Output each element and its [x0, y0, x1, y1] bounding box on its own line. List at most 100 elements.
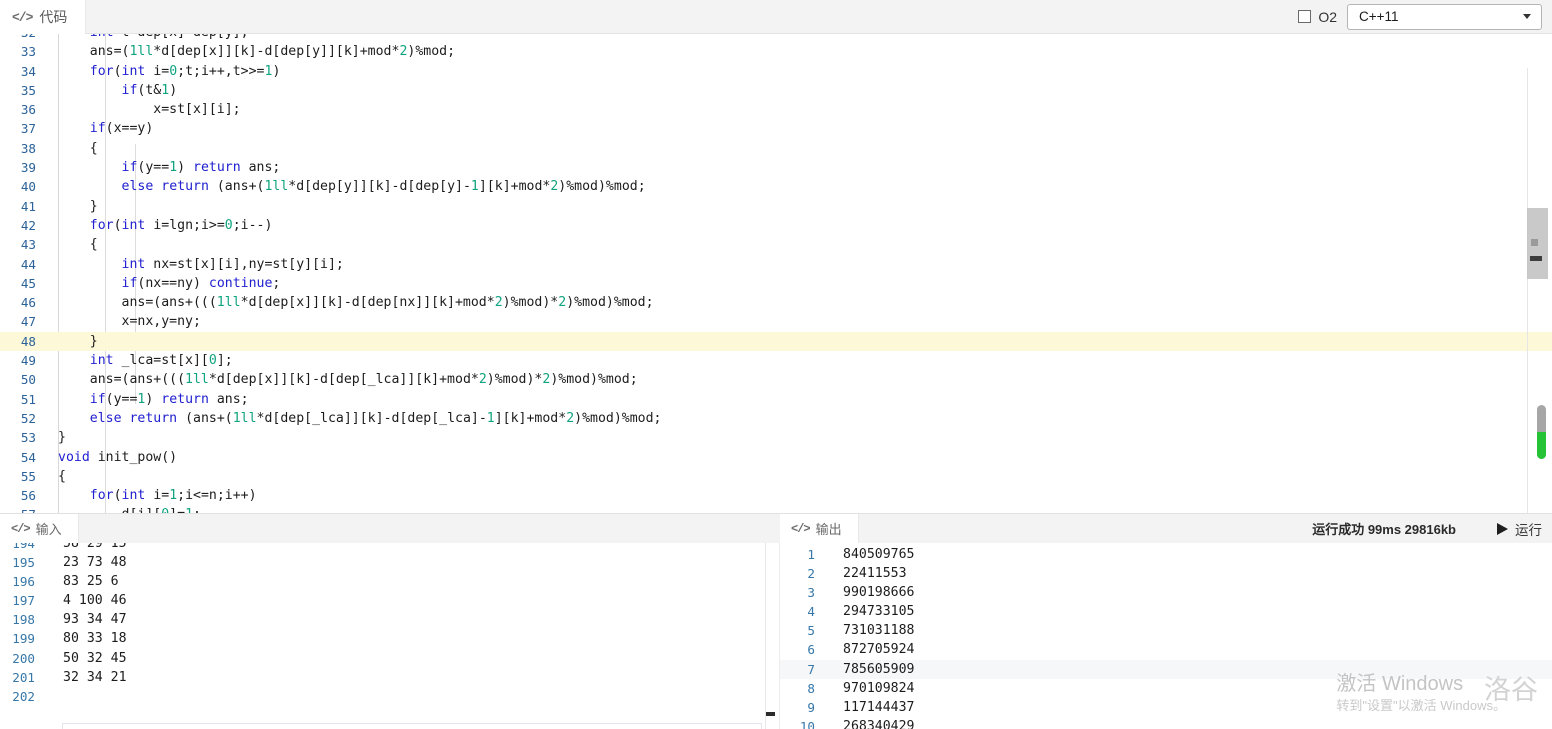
tab-input[interactable]: </> 输入: [0, 514, 79, 543]
code-line[interactable]: 47 x=nx,y=ny;: [0, 312, 1552, 331]
output-panel[interactable]: 1 840509765 2 22411553 3 990198666 4 294733105 5…: [780, 543, 1552, 729]
output-line-text: 970109824: [843, 680, 915, 696]
code-line-text: for(int i=1;i<=n;i++): [89, 488, 257, 504]
input-line[interactable]: 199 80 33 18: [0, 629, 775, 648]
code-line-text: int _lca=st[x][0];: [89, 353, 233, 369]
input-line-text: 80 33 18: [63, 631, 127, 647]
input-line[interactable]: 196 83 25 6: [0, 572, 775, 591]
output-line[interactable]: 9 117144437: [780, 698, 1552, 717]
code-line-text: for(int i=0;t;i++,t>>=1): [89, 63, 281, 79]
input-line[interactable]: 195 23 73 48: [0, 553, 775, 572]
input-line-text: 4 100 46: [63, 593, 127, 609]
output-line-text: 268340429: [843, 718, 915, 729]
code-line[interactable]: 57 d[i][0]=1;: [0, 505, 1552, 513]
code-line[interactable]: 37 if(x==y): [0, 119, 1552, 138]
input-line-text: 58 29 15: [63, 543, 127, 551]
code-line-number: 48: [20, 333, 36, 349]
code-line-text: d[i][0]=1;: [46, 505, 201, 513]
code-line[interactable]: 55 {: [0, 467, 1552, 486]
output-line-number: 7: [807, 661, 815, 677]
code-line[interactable]: 45 if(nx==ny) continue;: [0, 274, 1552, 293]
output-line[interactable]: 7 785605909: [780, 659, 1552, 679]
o2-label: O2: [1318, 8, 1337, 25]
code-line-number: 41: [20, 198, 36, 214]
output-line-number: 1: [807, 547, 815, 562]
code-line-text: {: [58, 468, 66, 484]
code-line[interactable]: 35 if(t&1): [0, 81, 1552, 100]
code-line[interactable]: 52 else return (ans+(1ll*d[dep[_lca]][k]…: [0, 409, 1552, 428]
code-line-text: }: [58, 333, 98, 349]
run-button[interactable]: 运行: [1497, 514, 1542, 543]
code-line[interactable]: 34 for(int i=0;t;i++,t>>=1): [0, 62, 1552, 81]
code-line[interactable]: 40 else return (ans+(1ll*d[dep[y]][k]-d[…: [0, 177, 1552, 196]
code-line[interactable]: 33 ans=(1ll*d[dep[x]][k]-d[dep[y]][k]+mo…: [0, 42, 1552, 61]
code-line[interactable]: 49 int _lca=st[x][0];: [0, 351, 1552, 370]
code-line[interactable]: 50 ans=(ans+(((1ll*d[dep[x]][k]-d[dep[_l…: [0, 370, 1552, 389]
input-line[interactable]: 201 32 34 21: [0, 668, 775, 687]
input-line-number: 201: [12, 669, 35, 685]
code-line-text: int nx=st[x][i],ny=st[y][i];: [121, 256, 344, 272]
code-line-number: 54: [20, 449, 36, 465]
input-line-text: 50 32 45: [63, 650, 127, 666]
code-line[interactable]: 43 {: [0, 235, 1552, 254]
code-brackets-icon: </>: [11, 521, 31, 536]
code-line-number: 39: [20, 160, 36, 176]
output-line-text: 872705924: [843, 642, 915, 658]
input-scrollbar[interactable]: [766, 543, 775, 729]
code-line[interactable]: 46 ans=(ans+(((1ll*d[dep[x]][k]-d[dep[nx…: [0, 293, 1552, 312]
code-line-text: {: [58, 140, 98, 156]
input-panel[interactable]: 194 58 29 15 195 23 73 48 196 83 25 6 197 4 100…: [0, 543, 775, 729]
code-line-number: 52: [20, 410, 36, 426]
output-line-text: 990198666: [843, 585, 915, 601]
play-triangle-icon: [1497, 522, 1508, 535]
code-line[interactable]: 48 }: [0, 331, 1552, 352]
code-line[interactable]: 41 }: [0, 197, 1552, 216]
tab-output[interactable]: </> 输出: [780, 514, 859, 543]
code-line-number: 50: [20, 372, 36, 388]
output-line[interactable]: 4 294733105: [780, 602, 1552, 621]
output-line[interactable]: 3 990198666: [780, 583, 1552, 602]
output-line[interactable]: 8 970109824: [780, 679, 1552, 698]
output-line[interactable]: 1 840509765: [780, 545, 1552, 564]
output-line[interactable]: 5 731031188: [780, 621, 1552, 640]
output-line-number: 2: [807, 566, 815, 582]
code-line-text: {: [58, 237, 98, 253]
code-editor[interactable]: 32 int t=dep[x]-dep[y];33 ans=(1ll*d[dep…: [0, 34, 1552, 513]
input-line-number: 194: [12, 543, 35, 551]
output-line[interactable]: 6 872705924: [780, 640, 1552, 659]
code-line[interactable]: 32 int t=dep[x]-dep[y];: [0, 34, 1552, 42]
input-line[interactable]: 194 58 29 15: [0, 543, 775, 553]
editor-scrollbar-progress[interactable]: [1537, 432, 1546, 459]
code-line-number: 34: [20, 63, 36, 79]
code-line[interactable]: 56 for(int i=1;i<=n;i++): [0, 486, 1552, 505]
code-line[interactable]: 39 if(y==1) return ans;: [0, 158, 1552, 177]
input-line[interactable]: 202: [0, 687, 775, 706]
run-button-label: 运行: [1515, 522, 1542, 538]
toolbar-controls: O2 C++11: [1298, 0, 1552, 33]
output-line[interactable]: 2 22411553: [780, 564, 1552, 583]
o2-checkbox[interactable]: [1298, 10, 1312, 23]
output-line[interactable]: 10 268340429: [780, 717, 1552, 729]
input-line[interactable]: 197 4 100 46: [0, 591, 775, 610]
code-line[interactable]: 36 x=st[x][i];: [0, 100, 1552, 119]
code-line[interactable]: 42 for(int i=lgn;i>=0;i--): [0, 216, 1552, 235]
code-line[interactable]: 44 int nx=st[x][i],ny=st[y][i];: [0, 255, 1552, 274]
code-line-number: 53: [20, 430, 36, 446]
language-select[interactable]: C++11: [1347, 3, 1542, 30]
code-line[interactable]: 54 void init_pow(): [0, 448, 1552, 467]
input-line[interactable]: 200 50 32 45: [0, 649, 775, 668]
code-line-text: int t=dep[x]-dep[y];: [46, 34, 249, 42]
code-line[interactable]: 53}: [0, 428, 1552, 447]
input-active-line-box[interactable]: [62, 723, 762, 729]
o2-checkbox-group[interactable]: O2: [1298, 9, 1337, 25]
code-line[interactable]: 51 if(y==1) return ans;: [0, 390, 1552, 409]
input-scrollbar-thumb[interactable]: [766, 712, 775, 716]
input-line-text: 23 73 48: [63, 555, 127, 571]
output-line-text: 840509765: [843, 547, 915, 562]
tab-code[interactable]: </> 代码: [0, 0, 87, 34]
language-select-value: C++11: [1359, 9, 1399, 24]
input-line[interactable]: 198 93 34 47: [0, 610, 775, 629]
input-line-text: 83 25 6: [63, 574, 119, 590]
code-line[interactable]: 38 {: [0, 139, 1552, 158]
